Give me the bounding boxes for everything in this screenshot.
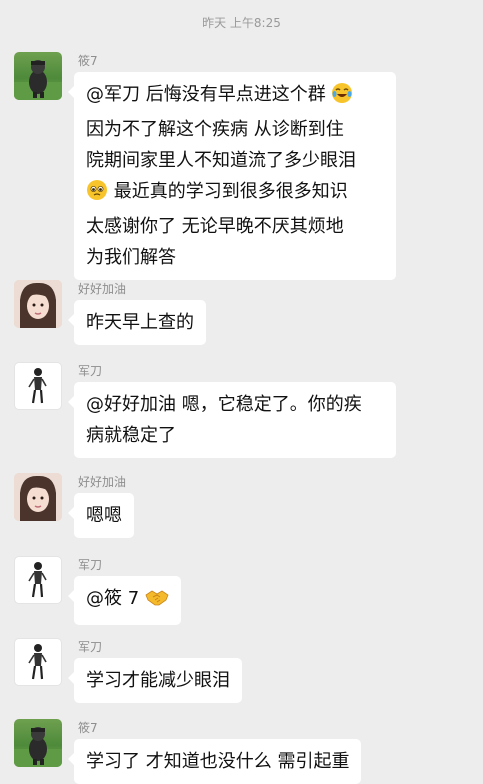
green-character-avatar-icon (14, 727, 62, 767)
sender-name: 筱7 (78, 54, 98, 68)
message-text-line: 最近真的学习到很多很多知识 (113, 181, 348, 202)
message-bubble[interactable]: @好好加油 嗯，它稳定了。你的疾 病就稳定了 (68, 382, 396, 458)
avatar[interactable] (14, 638, 62, 686)
handshake-emoji-icon (145, 586, 169, 618)
laughing-crying-emoji-icon (331, 82, 353, 114)
sender-name: 军刀 (78, 558, 103, 572)
message-text-line: 学习了 才知道也没什么 需引起重 (86, 751, 350, 772)
avatar[interactable] (14, 719, 62, 767)
chat-message: 军刀 @筱 7 (14, 556, 474, 626)
green-character-avatar-icon (14, 60, 62, 100)
girl-photo-avatar-icon (14, 473, 62, 521)
sender-name: 好好加油 (78, 282, 127, 296)
message-text-line: 因为不了解这个疾病 从诊断到住 (86, 119, 344, 140)
message-text-line: @筱 7 (86, 588, 140, 609)
message-text-line: 病就稳定了 (86, 425, 176, 446)
message-bubble[interactable]: @军刀 后悔没有早点进这个群 因为不了解这个疾病 从诊断到住 院期间家里人不知道… (68, 72, 396, 280)
message-text-line: 昨天早上查的 (86, 312, 194, 333)
chat-message: 好好加油 嗯嗯 (14, 473, 474, 543)
avatar[interactable] (14, 473, 62, 521)
girl-photo-avatar-icon (14, 280, 62, 328)
message-text-line: @好好加油 嗯，它稳定了。你的疾 (86, 394, 362, 415)
message-text-line: 太感谢你了 无论早晚不厌其烦地 (86, 216, 344, 237)
message-bubble[interactable]: 嗯嗯 (68, 493, 134, 538)
avatar[interactable] (14, 280, 62, 328)
chat-message: 筱7 @军刀 后悔没有早点进这个群 因为不了解这个疾病 从诊断到住 院期间家里人… (14, 52, 474, 280)
message-bubble[interactable]: @筱 7 (68, 576, 181, 625)
chat-message: 筱7 学习了 才知道也没什么 需引起重 (14, 719, 474, 784)
sender-name: 筱7 (78, 721, 98, 735)
message-bubble[interactable]: 昨天早上查的 (68, 300, 206, 345)
chat-message: 军刀 @好好加油 嗯，它稳定了。你的疾 病就稳定了 (14, 362, 474, 462)
message-text-line: 学习才能减少眼泪 (86, 670, 230, 691)
figure-sketch-avatar-icon (28, 644, 47, 680)
figure-sketch-avatar-icon (28, 562, 47, 598)
avatar[interactable] (14, 362, 62, 410)
message-bubble[interactable]: 学习才能减少眼泪 (68, 658, 242, 703)
figure-sketch-avatar-icon (28, 368, 47, 404)
avatar[interactable] (14, 52, 62, 100)
message-text-line: 嗯嗯 (86, 505, 122, 526)
message-bubble[interactable]: 学习了 才知道也没什么 需引起重 (67, 739, 362, 784)
pleading-face-emoji-icon (86, 179, 108, 211)
chat-message: 军刀 学习才能减少眼泪 (14, 638, 474, 708)
sender-name: 好好加油 (78, 475, 127, 489)
chat-timestamp: 昨天 上午8:25 (202, 16, 281, 30)
sender-name: 军刀 (78, 640, 103, 654)
message-text-line: 院期间家里人不知道流了多少眼泪 (86, 150, 356, 171)
avatar[interactable] (14, 556, 62, 604)
chat-message: 好好加油 昨天早上查的 (14, 280, 474, 350)
message-text-line: 为我们解答 (86, 247, 176, 268)
message-text-line: @军刀 后悔没有早点进这个群 (86, 84, 326, 105)
sender-name: 军刀 (78, 364, 103, 378)
